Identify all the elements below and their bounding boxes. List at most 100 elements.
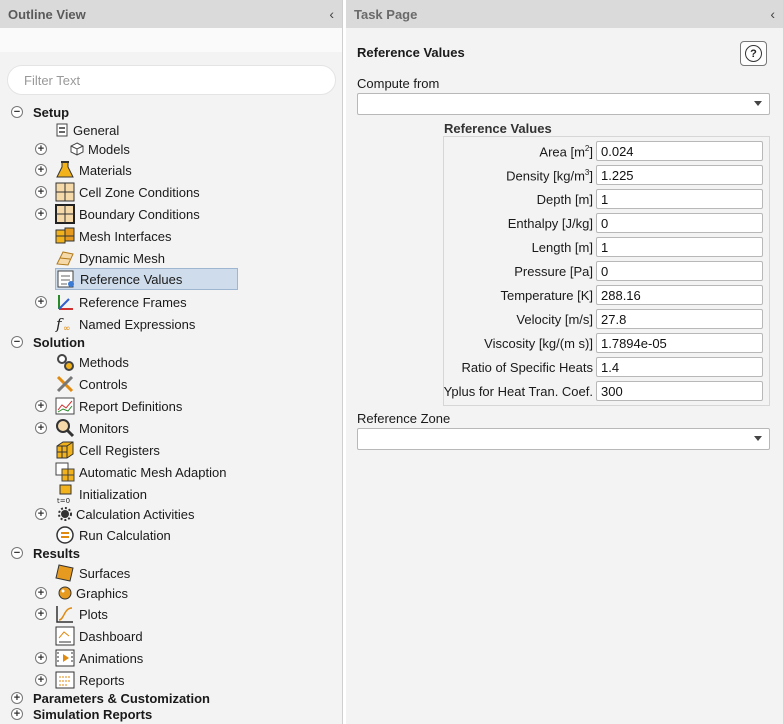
- tree-label: Cell Registers: [79, 442, 160, 458]
- tree-label: Reports: [79, 672, 125, 688]
- reference-values-icon: [56, 269, 76, 289]
- viscosity-input[interactable]: [596, 333, 763, 353]
- expand-toggle-icon[interactable]: +: [35, 208, 47, 220]
- tree-item-automatic-mesh-adaption[interactable]: Automatic Mesh Adaption: [55, 462, 226, 482]
- velocity-input[interactable]: [596, 309, 763, 329]
- tree-item-methods[interactable]: Methods: [55, 352, 129, 372]
- help-button[interactable]: ?: [740, 41, 767, 66]
- tree-label: Animations: [79, 650, 144, 666]
- param-row-pressure: Pressure [Pa]: [443, 261, 770, 283]
- tree-item-controls[interactable]: Controls: [55, 374, 127, 394]
- tree-item-reference-frames[interactable]: + Reference Frames: [30, 292, 187, 312]
- tree-category-solution[interactable]: − Solution: [8, 332, 85, 352]
- tree-item-cell-zone-conditions[interactable]: + Cell Zone Conditions: [30, 182, 200, 202]
- tree-label: General: [73, 122, 120, 138]
- tree-item-dynamic-mesh[interactable]: Dynamic Mesh: [55, 248, 165, 268]
- tree-label: Controls: [79, 376, 128, 392]
- tree-label: Dynamic Mesh: [79, 250, 165, 266]
- enthalpy-input[interactable]: [596, 213, 763, 233]
- collapse-toggle-icon[interactable]: −: [11, 106, 23, 118]
- tree-label: Setup: [33, 104, 70, 120]
- tree-label: Report Definitions: [79, 398, 183, 414]
- collapse-toggle-icon[interactable]: −: [11, 336, 23, 348]
- tree-item-general[interactable]: General: [55, 120, 119, 140]
- tree-label: Reference Values: [80, 271, 183, 287]
- tree-label: Simulation Reports: [33, 706, 153, 722]
- reference-zone-dropdown[interactable]: [357, 428, 770, 450]
- tree-item-monitors[interactable]: + Monitors: [30, 418, 129, 438]
- area-input[interactable]: [596, 141, 763, 161]
- tree-label: Automatic Mesh Adaption: [79, 464, 227, 480]
- pressure-input[interactable]: [596, 261, 763, 281]
- tree-label: Models: [88, 141, 130, 157]
- dynamic-mesh-icon: [55, 248, 75, 268]
- ratio-specific-heats-input[interactable]: [596, 357, 763, 377]
- tree-item-reports[interactable]: + Reports: [30, 670, 125, 690]
- mesh-adaption-icon: [55, 462, 75, 482]
- tree-item-calculation-activities[interactable]: + Calculation Activities: [30, 504, 195, 524]
- tree-label: Results: [33, 545, 80, 561]
- param-row-length: Length [m]: [443, 237, 770, 259]
- tree-item-reference-values[interactable]: Reference Values: [55, 268, 238, 290]
- expand-toggle-icon[interactable]: +: [35, 143, 47, 155]
- length-label: Length [m]: [531, 240, 593, 255]
- tree-label: Materials: [79, 162, 132, 178]
- tree-item-initialization[interactable]: t=0 Initialization: [55, 484, 147, 504]
- enthalpy-label: Enthalpy [J/kg]: [507, 216, 593, 231]
- cell-zone-grid-icon: [55, 182, 75, 202]
- general-icon: [55, 120, 69, 140]
- expand-toggle-icon[interactable]: +: [35, 164, 47, 176]
- temperature-input[interactable]: [596, 285, 763, 305]
- expand-toggle-icon[interactable]: +: [35, 400, 47, 412]
- tree-item-graphics[interactable]: + Graphics: [30, 583, 128, 603]
- report-definitions-chart-icon: [55, 396, 75, 416]
- temperature-label: Temperature [K]: [500, 288, 594, 303]
- tree-category-simulation-reports[interactable]: + Simulation Reports: [8, 704, 152, 724]
- expand-toggle-icon[interactable]: +: [35, 422, 47, 434]
- collapse-toggle-icon[interactable]: −: [11, 547, 23, 559]
- tree-label: Solution: [33, 334, 85, 350]
- tree-label: Graphics: [76, 585, 129, 601]
- tree-category-setup[interactable]: − Setup: [8, 102, 69, 122]
- tree-item-plots[interactable]: + Plots: [30, 604, 108, 624]
- param-row-area: Area [m2]: [443, 141, 770, 163]
- expand-toggle-icon[interactable]: +: [35, 508, 47, 520]
- tree-item-named-expressions[interactable]: f ∞ Named Expressions: [55, 314, 195, 334]
- tree-item-mesh-interfaces[interactable]: Mesh Interfaces: [55, 226, 172, 246]
- plots-curve-icon: [55, 604, 75, 624]
- expand-toggle-icon[interactable]: +: [11, 692, 23, 704]
- compute-from-label: Compute from: [357, 76, 440, 91]
- tree-category-results[interactable]: − Results: [8, 543, 80, 563]
- reference-values-group-title: Reference Values: [444, 121, 552, 136]
- expand-toggle-icon[interactable]: +: [35, 186, 47, 198]
- graphics-palette-icon: [58, 583, 72, 603]
- collapse-task-icon[interactable]: ‹: [770, 6, 775, 22]
- param-row-viscosity: Viscosity [kg/(m s)]: [443, 333, 770, 355]
- task-page-header: Task Page ‹: [346, 0, 783, 28]
- length-input[interactable]: [596, 237, 763, 257]
- pressure-label: Pressure [Pa]: [514, 264, 593, 279]
- expand-toggle-icon[interactable]: +: [35, 674, 47, 686]
- expand-toggle-icon[interactable]: +: [35, 608, 47, 620]
- expand-toggle-icon[interactable]: +: [11, 708, 23, 720]
- tree-item-models[interactable]: + Models: [30, 139, 130, 159]
- depth-input[interactable]: [596, 189, 763, 209]
- tree-label: Monitors: [79, 420, 129, 436]
- param-row-enthalpy: Enthalpy [J/kg]: [443, 213, 770, 235]
- reports-icon: [55, 670, 75, 690]
- density-input[interactable]: [596, 165, 763, 185]
- expand-toggle-icon[interactable]: +: [35, 587, 47, 599]
- tree-item-report-definitions[interactable]: + Report Definitions: [30, 396, 182, 416]
- calculation-activities-gear-icon: [58, 504, 72, 524]
- tree-item-materials[interactable]: + Materials: [30, 160, 132, 180]
- tree-item-animations[interactable]: + Animations: [30, 648, 143, 668]
- tree-item-run-calculation[interactable]: Run Calculation: [55, 525, 171, 545]
- compute-from-dropdown[interactable]: [357, 93, 770, 115]
- expand-toggle-icon[interactable]: +: [35, 296, 47, 308]
- tree-item-boundary-conditions[interactable]: + Boundary Conditions: [30, 204, 200, 224]
- expand-toggle-icon[interactable]: +: [35, 652, 47, 664]
- tree-item-surfaces[interactable]: Surfaces: [55, 563, 130, 583]
- tree-item-dashboard[interactable]: Dashboard: [55, 626, 143, 646]
- yplus-input[interactable]: [596, 381, 763, 401]
- tree-item-cell-registers[interactable]: Cell Registers: [55, 440, 160, 460]
